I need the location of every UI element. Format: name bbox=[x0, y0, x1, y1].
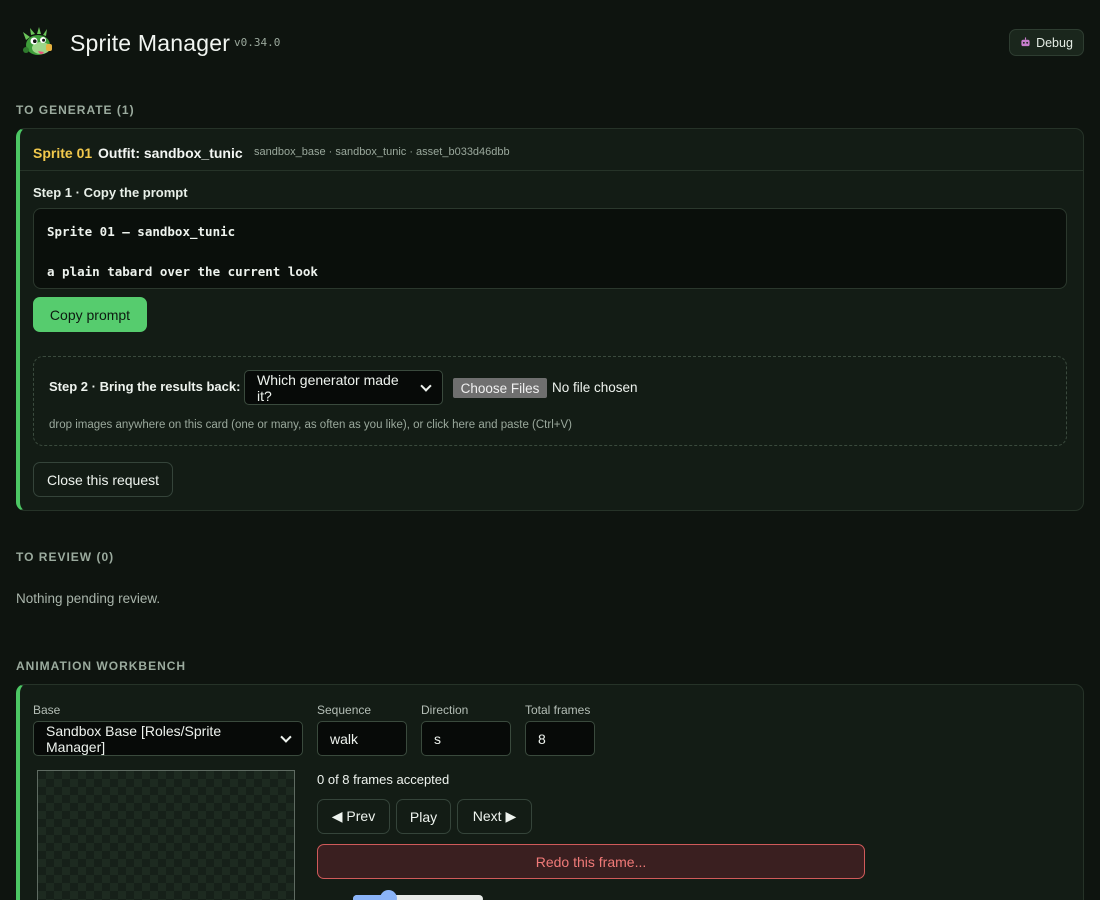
redo-frame-button[interactable]: Redo this frame... bbox=[317, 844, 865, 879]
total-frames-input[interactable]: 8 bbox=[525, 721, 595, 756]
review-empty-text: Nothing pending review. bbox=[16, 591, 161, 606]
base-label: Base bbox=[33, 703, 61, 717]
copy-prompt-button[interactable]: Copy prompt bbox=[33, 297, 147, 332]
frame-preview-canvas[interactable] bbox=[37, 770, 295, 900]
generator-select[interactable]: Which generator made it? bbox=[244, 370, 443, 405]
prev-frame-button[interactable]: ◀ Prev bbox=[317, 799, 390, 834]
sprite-id: Sprite 01 bbox=[33, 145, 93, 161]
app-version: v0.34.0 bbox=[234, 36, 281, 49]
sequence-label: Sequence bbox=[317, 703, 372, 717]
no-file-label: No file chosen bbox=[552, 380, 638, 395]
frames-status: 0 of 8 frames accepted bbox=[317, 772, 450, 787]
generator-select-value: Which generator made it? bbox=[257, 371, 399, 404]
sequence-input[interactable]: walk bbox=[317, 721, 407, 756]
to-review-heading: TO REVIEW (0) bbox=[16, 550, 115, 564]
app-title: Sprite Manager bbox=[70, 30, 231, 56]
play-button[interactable]: Play bbox=[396, 799, 451, 834]
step1-label: Step 1 · Copy the prompt bbox=[33, 185, 188, 200]
prompt-line-1: Sprite 01 — sandbox_tunic bbox=[47, 224, 236, 239]
step2-label: Step 2 · Bring the results back: bbox=[49, 379, 241, 394]
outfit-name: Outfit: sandbox_tunic bbox=[98, 145, 243, 161]
debug-label: Debug bbox=[1036, 35, 1073, 50]
base-select[interactable]: Sandbox Base [Roles/Sprite Manager] bbox=[33, 721, 303, 756]
drop-hint: drop images anywhere on this card (one o… bbox=[49, 419, 572, 431]
app-header: Sprite Manager v0.34.0 Debug bbox=[0, 0, 1100, 90]
debug-button[interactable]: Debug bbox=[1009, 29, 1084, 56]
to-generate-heading: TO GENERATE (1) bbox=[16, 103, 135, 117]
workbench-card: Base Sandbox Base [Roles/Sprite Manager]… bbox=[16, 684, 1084, 900]
request-meta: sandbox_base · sandbox_tunic · asset_b03… bbox=[254, 146, 510, 158]
direction-input[interactable]: s bbox=[421, 721, 511, 756]
request-card: Sprite 01 Outfit: sandbox_tunic sandbox_… bbox=[16, 128, 1084, 511]
total-frames-label: Total frames bbox=[525, 703, 591, 717]
workbench-heading: ANIMATION WORKBENCH bbox=[16, 659, 187, 673]
prompt-box: Sprite 01 — sandbox_tunic a plain tabard… bbox=[33, 208, 1067, 289]
chevron-down-icon bbox=[420, 379, 432, 392]
robot-icon bbox=[1021, 37, 1030, 47]
dragon-logo-icon bbox=[23, 27, 52, 55]
prompt-line-2: a plain tabard over the current look bbox=[47, 264, 318, 279]
slider-thumb[interactable] bbox=[379, 890, 397, 900]
choose-files-button[interactable]: Choose Files bbox=[453, 378, 547, 398]
request-card-header: Sprite 01 Outfit: sandbox_tunic sandbox_… bbox=[20, 129, 1083, 171]
direction-label: Direction bbox=[421, 703, 469, 717]
chevron-down-icon bbox=[280, 730, 292, 743]
results-dropzone[interactable]: Step 2 · Bring the results back: Which g… bbox=[33, 356, 1067, 446]
close-request-button[interactable]: Close this request bbox=[33, 462, 173, 497]
frame-slider[interactable] bbox=[353, 890, 483, 900]
base-select-value: Sandbox Base [Roles/Sprite Manager] bbox=[46, 722, 222, 755]
next-frame-button[interactable]: Next ▶ bbox=[457, 799, 532, 834]
